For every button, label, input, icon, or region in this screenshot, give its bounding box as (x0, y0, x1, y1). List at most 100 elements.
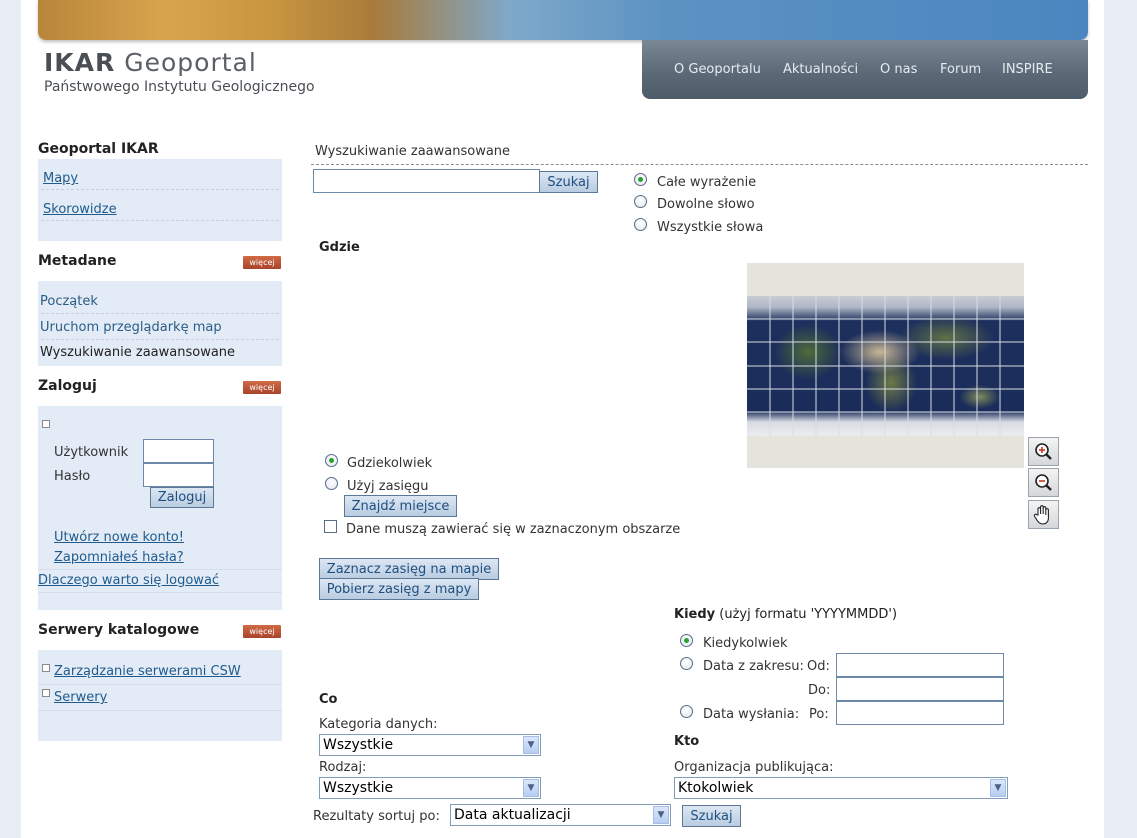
what-heading: Co (319, 692, 338, 707)
zoom-in-icon[interactable] (1028, 437, 1059, 466)
sidebar-login-heading: Zaloguj (38, 378, 97, 394)
csw-servers-link[interactable]: Zarządzanie serwerami CSW (54, 664, 241, 679)
username-label: Użytkownik (54, 445, 129, 460)
divider (41, 313, 279, 314)
sent-after-label: Po: (809, 707, 829, 722)
from-label: Od: (807, 659, 830, 674)
divider (41, 339, 279, 340)
divider (38, 569, 282, 570)
sidebar-link-map-viewer[interactable]: Uruchom przeglądarkę map (40, 320, 222, 335)
when-hint: (użyj formatu 'YYYYMMDD') (719, 607, 898, 622)
category-label: Kategoria danych: (319, 717, 438, 732)
login-button[interactable]: Zaloguj (150, 487, 214, 508)
sidebar-link-advanced-search[interactable]: Wyszukiwanie zaawansowane (40, 345, 235, 360)
chevron-down-icon: ▼ (523, 779, 539, 797)
where-anywhere-label: Gdziekolwiek (347, 456, 433, 471)
nav-o-geoportalu[interactable]: O Geoportalu (674, 62, 761, 77)
type-select-value: Wszystkie (323, 780, 394, 796)
username-input[interactable] (143, 439, 214, 463)
sidebar-link-mapy[interactable]: Mapy (43, 171, 78, 186)
sidebar-catalog-heading: Serwery katalogowe (38, 622, 200, 638)
servers-link[interactable]: Serwery (54, 690, 107, 705)
match-all-label: Wszystkie słowa (657, 220, 764, 235)
where-anywhere-radio[interactable] (325, 454, 338, 467)
password-input[interactable] (143, 463, 214, 487)
match-whole-radio[interactable] (634, 173, 647, 186)
page-title: Wyszukiwanie zaawansowane (315, 144, 511, 159)
pan-hand-icon[interactable] (1028, 500, 1059, 529)
when-sent-radio[interactable] (680, 705, 693, 718)
who-heading: Kto (674, 734, 700, 749)
sort-select[interactable]: Data aktualizacji ▼ (450, 804, 671, 826)
when-range-label: Data z zakresu: (703, 659, 804, 674)
sidebar-link-poczatek[interactable]: Początek (40, 294, 98, 309)
type-select[interactable]: Wszystkie ▼ (319, 777, 541, 799)
header-banner (38, 0, 1088, 40)
date-from-input[interactable] (836, 653, 1004, 677)
divider (38, 684, 282, 685)
chevron-down-icon: ▼ (523, 736, 539, 754)
find-place-button[interactable]: Znajdź miejsce (344, 495, 457, 517)
sidebar-login-box: Użytkownik Hasło Zaloguj Utwórz nowe kon… (38, 406, 282, 610)
password-label: Hasło (54, 469, 91, 484)
when-sent-label: Data wysłania: (703, 707, 800, 722)
where-extent-radio[interactable] (325, 477, 338, 490)
search-submit-button[interactable]: Szukaj (682, 805, 741, 827)
contained-checkbox[interactable] (324, 520, 337, 533)
date-sent-input[interactable] (836, 701, 1004, 725)
more-button[interactable]: więcej (243, 625, 281, 638)
divider (311, 164, 1088, 165)
when-heading: Kiedy (674, 607, 716, 622)
search-button[interactable]: Szukaj (539, 171, 598, 193)
divider (38, 592, 282, 593)
type-label: Rodzaj: (319, 760, 367, 775)
sidebar-metadata-heading: Metadane (38, 253, 117, 269)
nav-inspire[interactable]: INSPIRE (1002, 62, 1053, 77)
when-heading-row: Kiedy (użyj formatu 'YYYYMMDD') (674, 607, 897, 622)
org-label: Organizacja publikująca: (674, 760, 834, 775)
sidebar-geoportal-box: Mapy Skorowidze (38, 159, 282, 241)
where-heading: Gdzie (319, 240, 360, 255)
forgot-password-link[interactable]: Zapomniałeś hasła? (54, 550, 184, 565)
logo-brand: IKAR (44, 48, 116, 77)
nav-aktualnosci[interactable]: Aktualności (783, 62, 858, 77)
when-anytime-label: Kiedykolwiek (703, 636, 788, 651)
where-extent-label: Użyj zasięgu (347, 479, 429, 494)
when-anytime-radio[interactable] (680, 634, 693, 647)
zoom-out-icon[interactable] (1028, 468, 1059, 497)
sort-label: Rezultaty sortuj po: (313, 809, 440, 824)
more-button[interactable]: więcej (243, 381, 281, 394)
create-account-link[interactable]: Utwórz nowe konto! (54, 530, 184, 545)
match-all-radio[interactable] (634, 218, 647, 231)
sidebar-catalog-box: Zarządzanie serwerami CSW Serwery (38, 650, 282, 741)
logo-name: Geoportal (124, 48, 257, 77)
nav-forum[interactable]: Forum (940, 62, 981, 77)
divider (38, 710, 282, 711)
map-grid (747, 296, 1024, 436)
get-extent-button[interactable]: Pobierz zasięg z mapy (319, 578, 479, 600)
date-to-input[interactable] (836, 677, 1004, 701)
site-logo[interactable]: IKAR Geoportal (44, 48, 257, 77)
org-select-value: Ktokolwiek (678, 780, 754, 796)
chevron-down-icon: ▼ (990, 779, 1006, 797)
bullet-icon (42, 664, 50, 672)
sidebar-geoportal-heading: Geoportal IKAR (38, 141, 159, 157)
bullet-icon (42, 689, 50, 697)
sidebar-link-skorowidze[interactable]: Skorowidze (43, 202, 117, 217)
sidebar-metadata-box: Początek Uruchom przeglądarkę map Wyszuk… (38, 281, 282, 366)
search-input[interactable] (313, 169, 540, 193)
match-whole-label: Całe wyrażenie (657, 175, 757, 190)
top-navigation: O Geoportalu Aktualności O nas Forum INS… (642, 40, 1088, 99)
nav-o-nas[interactable]: O nas (880, 62, 917, 77)
when-range-radio[interactable] (680, 657, 693, 670)
chevron-down-icon: ▼ (653, 806, 669, 824)
category-select[interactable]: Wszystkie ▼ (319, 734, 541, 756)
match-any-radio[interactable] (634, 195, 647, 208)
to-label: Do: (808, 683, 831, 698)
why-login-link[interactable]: Dlaczego warto się logować (38, 573, 219, 588)
mark-extent-button[interactable]: Zaznacz zasięg na mapie (319, 558, 499, 580)
org-select[interactable]: Ktokolwiek ▼ (674, 777, 1008, 799)
category-select-value: Wszystkie (323, 737, 394, 753)
more-button[interactable]: więcej (243, 256, 281, 269)
divider (41, 189, 279, 190)
